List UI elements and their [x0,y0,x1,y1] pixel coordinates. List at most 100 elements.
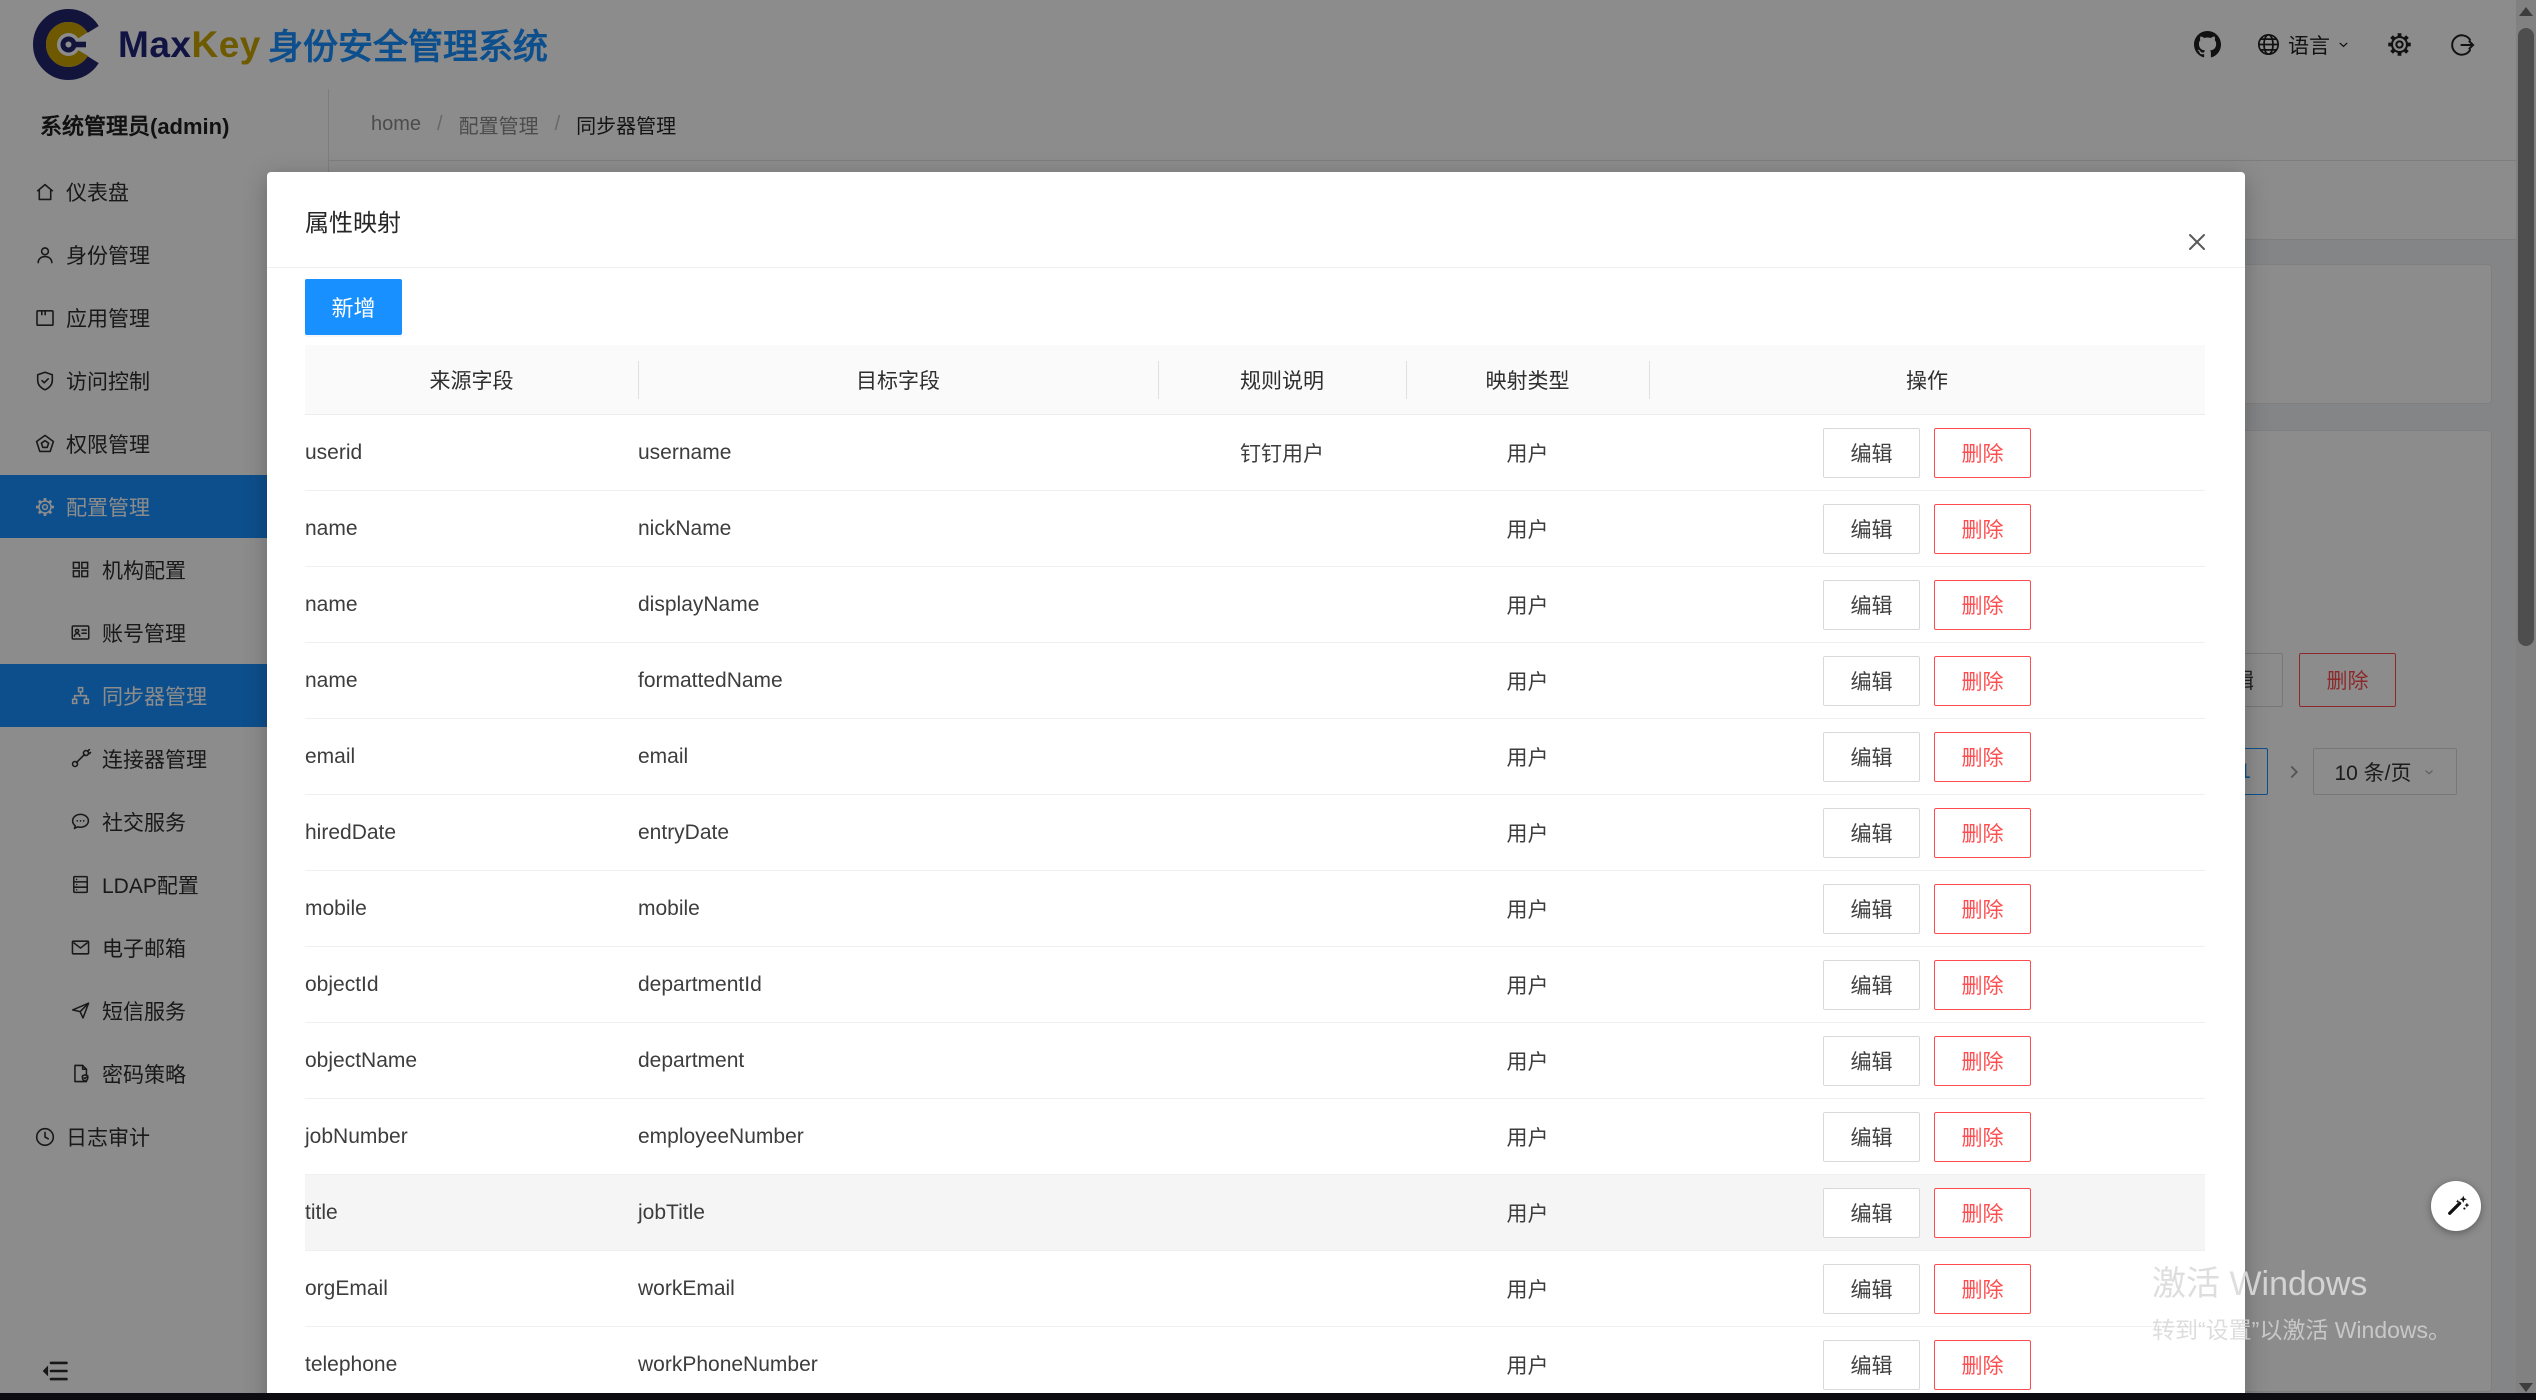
edit-button[interactable]: 编辑 [1823,960,1920,1010]
cell-actions: 编辑 删除 [1649,1264,2205,1314]
cell-mapping-type: 用户 [1406,1198,1649,1228]
cell-source-field: name [305,593,638,617]
column-header-actions: 操作 [1649,345,2205,414]
cell-actions: 编辑 删除 [1649,808,2205,858]
cell-rule: 钉钉用户 [1158,438,1406,468]
cell-source-field: objectName [305,1049,638,1073]
cell-actions: 编辑 删除 [1649,884,2205,934]
cell-target-field: employeeNumber [638,1125,1158,1149]
cell-mapping-type: 用户 [1406,970,1649,1000]
cell-actions: 编辑 删除 [1649,1112,2205,1162]
add-button[interactable]: 新增 [305,279,402,335]
delete-button[interactable]: 删除 [1934,428,2031,478]
table-row: objectId departmentId 用户 编辑 删除 [305,947,2205,1023]
cell-mapping-type: 用户 [1406,1274,1649,1304]
modal-title: 属性映射 [305,172,401,268]
delete-button[interactable]: 删除 [1934,504,2031,554]
cell-target-field: workPhoneNumber [638,1353,1158,1377]
delete-button[interactable]: 删除 [1934,656,2031,706]
table-row: hiredDate entryDate 用户 编辑 删除 [305,795,2205,871]
cell-target-field: jobTitle [638,1201,1158,1225]
cell-target-field: departmentId [638,973,1158,997]
edit-button[interactable]: 编辑 [1823,1036,1920,1086]
cell-target-field: formattedName [638,669,1158,693]
table-row: name formattedName 用户 编辑 删除 [305,643,2205,719]
delete-button[interactable]: 删除 [1934,732,2031,782]
table-body: userid username 钉钉用户 用户 编辑 删除 name nickN… [305,415,2205,1400]
column-header-type: 映射类型 [1406,345,1649,414]
cell-target-field: email [638,745,1158,769]
cell-actions: 编辑 删除 [1649,504,2205,554]
delete-button[interactable]: 删除 [1934,884,2031,934]
table-row: name displayName 用户 编辑 删除 [305,567,2205,643]
cell-source-field: email [305,745,638,769]
cell-target-field: nickName [638,517,1158,541]
delete-button[interactable]: 删除 [1934,1188,2031,1238]
cell-actions: 编辑 删除 [1649,1340,2205,1390]
mapping-table: 来源字段 目标字段 规则说明 映射类型 操作 userid username 钉… [305,345,2205,1400]
cell-mapping-type: 用户 [1406,666,1649,696]
cell-mapping-type: 用户 [1406,1122,1649,1152]
table-row: name nickName 用户 编辑 删除 [305,491,2205,567]
cell-actions: 编辑 删除 [1649,732,2205,782]
cell-source-field: orgEmail [305,1277,638,1301]
edit-button[interactable]: 编辑 [1823,428,1920,478]
table-row: mobile mobile 用户 编辑 删除 [305,871,2205,947]
magic-wand-icon [2443,1193,2470,1220]
cell-target-field: username [638,441,1158,465]
cell-source-field: name [305,517,638,541]
delete-button[interactable]: 删除 [1934,1340,2031,1390]
table-row: objectName department 用户 编辑 删除 [305,1023,2205,1099]
cell-source-field: objectId [305,973,638,997]
cell-mapping-type: 用户 [1406,894,1649,924]
delete-button[interactable]: 删除 [1934,808,2031,858]
edit-button[interactable]: 编辑 [1823,1188,1920,1238]
cell-source-field: name [305,669,638,693]
delete-button[interactable]: 删除 [1934,960,2031,1010]
cell-target-field: mobile [638,897,1158,921]
cell-mapping-type: 用户 [1406,1350,1649,1380]
table-row: title jobTitle 用户 编辑 删除 [305,1175,2205,1251]
cell-target-field: department [638,1049,1158,1073]
table-row: userid username 钉钉用户 用户 编辑 删除 [305,415,2205,491]
cell-mapping-type: 用户 [1406,818,1649,848]
magic-wand-fab[interactable] [2431,1181,2481,1231]
edit-button[interactable]: 编辑 [1823,1340,1920,1390]
delete-button[interactable]: 删除 [1934,1036,2031,1086]
cell-source-field: jobNumber [305,1125,638,1149]
screen: MaxKey 身份安全管理系统 语言 [0,0,2536,1400]
delete-button[interactable]: 删除 [1934,580,2031,630]
table-header-row: 来源字段 目标字段 规则说明 映射类型 操作 [305,345,2205,415]
cell-source-field: title [305,1201,638,1225]
table-row: email email 用户 编辑 删除 [305,719,2205,795]
edit-button[interactable]: 编辑 [1823,732,1920,782]
modal-header: 属性映射 [267,172,2245,268]
delete-button[interactable]: 删除 [1934,1264,2031,1314]
edit-button[interactable]: 编辑 [1823,656,1920,706]
column-header-rule: 规则说明 [1158,345,1406,414]
edit-button[interactable]: 编辑 [1823,808,1920,858]
cell-target-field: displayName [638,593,1158,617]
delete-button[interactable]: 删除 [1934,1112,2031,1162]
column-header-source: 来源字段 [305,345,638,414]
edit-button[interactable]: 编辑 [1823,504,1920,554]
cell-source-field: userid [305,441,638,465]
window-bottom-edge [0,1393,2536,1400]
edit-button[interactable]: 编辑 [1823,1264,1920,1314]
cell-mapping-type: 用户 [1406,514,1649,544]
edit-button[interactable]: 编辑 [1823,580,1920,630]
close-icon[interactable] [2177,222,2217,262]
cell-actions: 编辑 删除 [1649,428,2205,478]
cell-target-field: entryDate [638,821,1158,845]
table-row: orgEmail workEmail 用户 编辑 删除 [305,1251,2205,1327]
column-header-target: 目标字段 [638,345,1158,414]
cell-source-field: mobile [305,897,638,921]
edit-button[interactable]: 编辑 [1823,884,1920,934]
cell-source-field: hiredDate [305,821,638,845]
cell-mapping-type: 用户 [1406,438,1649,468]
cell-source-field: telephone [305,1353,638,1377]
edit-button[interactable]: 编辑 [1823,1112,1920,1162]
cell-mapping-type: 用户 [1406,1046,1649,1076]
cell-target-field: workEmail [638,1277,1158,1301]
cell-mapping-type: 用户 [1406,742,1649,772]
